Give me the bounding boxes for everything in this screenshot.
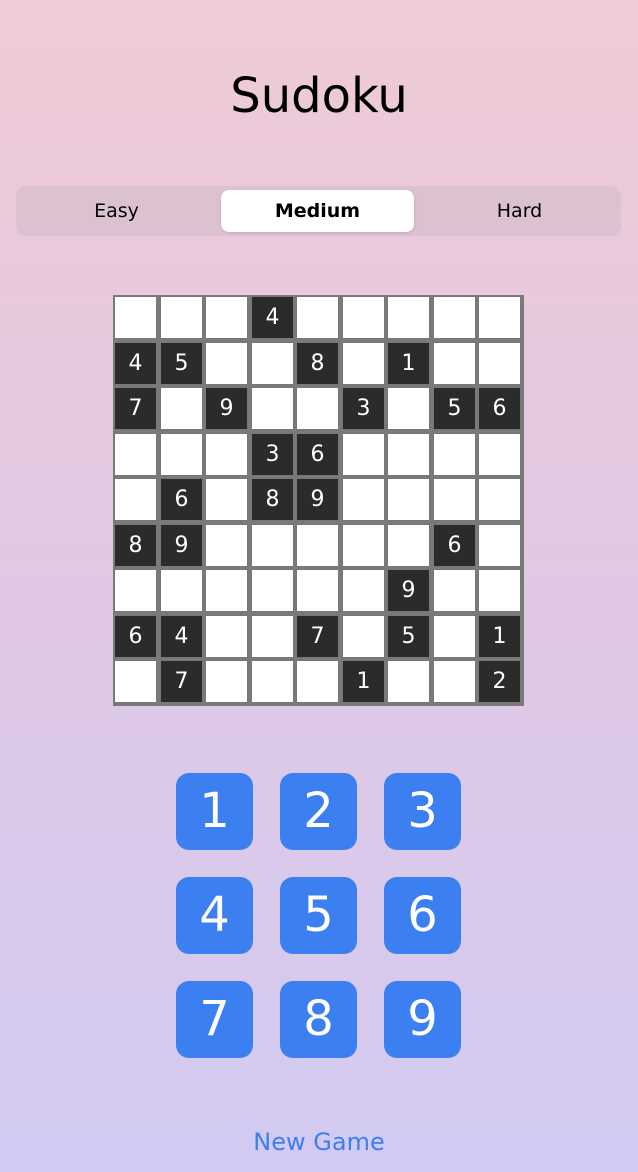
empty-cell[interactable] (387, 524, 430, 567)
number-button-6[interactable]: 6 (384, 877, 461, 954)
given-cell: 5 (433, 387, 476, 430)
empty-cell[interactable] (160, 387, 203, 430)
new-game-button[interactable]: New Game (0, 1124, 638, 1160)
number-button-5[interactable]: 5 (280, 877, 357, 954)
empty-cell[interactable] (342, 524, 385, 567)
empty-cell[interactable] (251, 660, 294, 703)
empty-cell[interactable] (251, 615, 294, 658)
empty-cell[interactable] (433, 615, 476, 658)
empty-cell[interactable] (433, 569, 476, 612)
empty-cell[interactable] (387, 387, 430, 430)
empty-cell[interactable] (478, 433, 521, 476)
difficulty-medium-button[interactable]: Medium (221, 190, 414, 232)
empty-cell[interactable] (296, 660, 339, 703)
empty-cell[interactable] (342, 342, 385, 385)
empty-cell[interactable] (205, 569, 248, 612)
empty-cell[interactable] (205, 296, 248, 339)
empty-cell[interactable] (251, 342, 294, 385)
empty-cell[interactable] (205, 478, 248, 521)
given-cell: 3 (251, 433, 294, 476)
given-cell: 9 (160, 524, 203, 567)
empty-cell[interactable] (114, 433, 157, 476)
empty-cell[interactable] (296, 387, 339, 430)
empty-cell[interactable] (114, 569, 157, 612)
empty-cell[interactable] (433, 660, 476, 703)
empty-cell[interactable] (205, 660, 248, 703)
empty-cell[interactable] (160, 433, 203, 476)
given-cell: 6 (433, 524, 476, 567)
empty-cell[interactable] (251, 524, 294, 567)
number-button-7[interactable]: 7 (176, 981, 253, 1058)
empty-cell[interactable] (160, 569, 203, 612)
empty-cell[interactable] (205, 433, 248, 476)
number-button-1[interactable]: 1 (176, 773, 253, 850)
empty-cell[interactable] (387, 296, 430, 339)
empty-cell[interactable] (478, 478, 521, 521)
empty-cell[interactable] (342, 296, 385, 339)
page-title: Sudoku (230, 68, 408, 124)
empty-cell[interactable] (433, 296, 476, 339)
given-cell: 2 (478, 660, 521, 703)
given-cell: 7 (160, 660, 203, 703)
empty-cell[interactable] (387, 660, 430, 703)
sudoku-board: 445817935636689896964751712 (113, 295, 524, 706)
empty-cell[interactable] (160, 296, 203, 339)
empty-cell[interactable] (114, 296, 157, 339)
number-button-8[interactable]: 8 (280, 981, 357, 1058)
empty-cell[interactable] (433, 342, 476, 385)
given-cell: 9 (205, 387, 248, 430)
empty-cell[interactable] (342, 569, 385, 612)
empty-cell[interactable] (478, 569, 521, 612)
given-cell: 5 (160, 342, 203, 385)
empty-cell[interactable] (433, 433, 476, 476)
given-cell: 4 (114, 342, 157, 385)
given-cell: 3 (342, 387, 385, 430)
given-cell: 8 (251, 478, 294, 521)
given-cell: 1 (478, 615, 521, 658)
empty-cell[interactable] (387, 478, 430, 521)
empty-cell[interactable] (433, 478, 476, 521)
empty-cell[interactable] (296, 524, 339, 567)
given-cell: 6 (478, 387, 521, 430)
given-cell: 9 (387, 569, 430, 612)
empty-cell[interactable] (251, 387, 294, 430)
empty-cell[interactable] (478, 342, 521, 385)
given-cell: 6 (160, 478, 203, 521)
empty-cell[interactable] (205, 342, 248, 385)
given-cell: 6 (296, 433, 339, 476)
given-cell: 8 (114, 524, 157, 567)
empty-cell[interactable] (296, 569, 339, 612)
difficulty-selector: Easy Medium Hard (16, 186, 621, 236)
empty-cell[interactable] (342, 433, 385, 476)
number-button-2[interactable]: 2 (280, 773, 357, 850)
given-cell: 9 (296, 478, 339, 521)
empty-cell[interactable] (114, 660, 157, 703)
empty-cell[interactable] (205, 524, 248, 567)
number-keypad: 123 456 789 (176, 773, 461, 1058)
empty-cell[interactable] (205, 615, 248, 658)
empty-cell[interactable] (478, 524, 521, 567)
empty-cell[interactable] (296, 296, 339, 339)
given-cell: 4 (251, 296, 294, 339)
given-cell: 1 (342, 660, 385, 703)
empty-cell[interactable] (478, 296, 521, 339)
empty-cell[interactable] (387, 433, 430, 476)
difficulty-easy-button[interactable]: Easy (20, 190, 213, 232)
given-cell: 6 (114, 615, 157, 658)
empty-cell[interactable] (251, 569, 294, 612)
empty-cell[interactable] (114, 478, 157, 521)
number-button-9[interactable]: 9 (384, 981, 461, 1058)
given-cell: 1 (387, 342, 430, 385)
given-cell: 5 (387, 615, 430, 658)
given-cell: 7 (296, 615, 339, 658)
empty-cell[interactable] (342, 478, 385, 521)
empty-cell[interactable] (342, 615, 385, 658)
given-cell: 8 (296, 342, 339, 385)
difficulty-hard-button[interactable]: Hard (423, 190, 616, 232)
given-cell: 4 (160, 615, 203, 658)
number-button-3[interactable]: 3 (384, 773, 461, 850)
number-button-4[interactable]: 4 (176, 877, 253, 954)
given-cell: 7 (114, 387, 157, 430)
